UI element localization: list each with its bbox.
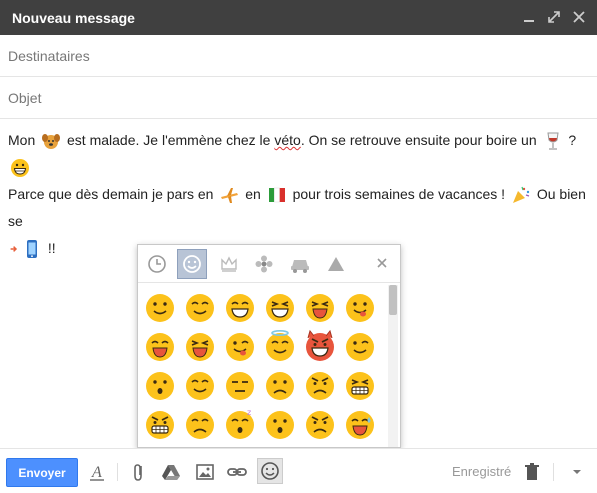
recipients-placeholder: Destinataires	[8, 47, 90, 64]
surprised-emoji[interactable]	[263, 407, 297, 441]
compose-titlebar: Nouveau message	[0, 0, 597, 35]
grin-big-emoji[interactable]	[263, 290, 297, 324]
triangle-icon[interactable]	[321, 249, 351, 279]
message-text: est malade. Je l'emmène chez le	[67, 132, 271, 148]
grimace-emoji[interactable]	[343, 368, 377, 402]
happy-blush-emoji[interactable]	[143, 329, 177, 363]
trash-icon[interactable]	[520, 460, 544, 484]
flower-icon[interactable]	[249, 249, 279, 279]
grin-wide-emoji[interactable]	[223, 290, 257, 324]
happy-squint-emoji[interactable]	[183, 329, 217, 363]
confused-emoji[interactable]	[263, 368, 297, 402]
insert-link-icon[interactable]	[225, 460, 249, 484]
wine-glass-emoji	[546, 132, 559, 150]
message-text: Parce que dès demain je pars en	[8, 186, 214, 202]
crown-icon[interactable]	[214, 249, 244, 279]
dog-emoji	[42, 134, 61, 150]
angry-eyebrows-emoji[interactable]	[303, 368, 337, 402]
pleased-emoji[interactable]	[183, 368, 217, 402]
wink-laugh-emoji[interactable]	[223, 329, 257, 363]
devil-emoji[interactable]	[303, 329, 337, 363]
paperclip-icon[interactable]	[127, 460, 151, 484]
message-text: ?	[568, 132, 577, 148]
compose-toolbar: Envoyer A Enregistré	[0, 448, 597, 493]
smile-closed-emoji[interactable]	[183, 290, 217, 324]
sad-down-emoji[interactable]	[183, 407, 217, 441]
italy-flag-emoji	[268, 188, 285, 203]
misspelled-word: véto	[274, 132, 301, 148]
message-text: . On se retrouve ensuite pour boire un	[300, 132, 537, 148]
airplane-emoji	[221, 188, 239, 204]
smiley-icon[interactable]	[177, 249, 207, 279]
angel-emoji[interactable]	[263, 329, 297, 363]
recipients-field[interactable]: Destinataires	[0, 35, 597, 77]
message-text: en	[245, 186, 261, 202]
message-body[interactable]: Mon est malade. Je l'emmène chez le véto…	[8, 127, 588, 262]
more-options-icon[interactable]	[565, 460, 589, 484]
laugh-emoji[interactable]	[303, 290, 337, 324]
emoji-category-tabs	[138, 245, 400, 283]
svg-text:A: A	[91, 464, 102, 481]
saved-status: Enregistré	[452, 464, 512, 479]
formatting-icon[interactable]: A	[85, 460, 109, 484]
stuck-hand-emoji[interactable]	[143, 368, 177, 402]
upset-emoji[interactable]	[303, 407, 337, 441]
sleepy-emoji[interactable]: z	[223, 407, 257, 441]
mobile-phone-emoji	[27, 240, 37, 259]
scrollbar-thumb[interactable]	[389, 285, 397, 315]
party-popper-emoji	[512, 187, 530, 204]
close-icon[interactable]	[372, 253, 392, 273]
clock-icon[interactable]	[142, 249, 172, 279]
toolbar-divider	[553, 463, 554, 481]
neutral-emoji[interactable]	[223, 368, 257, 402]
close-icon[interactable]	[570, 8, 587, 25]
emoji-scrollbar[interactable]	[388, 285, 398, 447]
message-text: pour trois semaines de vacances !	[292, 186, 506, 202]
toolbar-divider	[117, 463, 118, 481]
tired-emoji[interactable]	[143, 407, 177, 441]
tongue-out-emoji[interactable]	[343, 290, 377, 324]
google-drive-icon[interactable]	[159, 460, 183, 484]
svg-text:z: z	[247, 408, 251, 417]
insert-emoji-icon[interactable]	[257, 458, 283, 484]
message-text: !!	[47, 240, 56, 256]
minimize-icon[interactable]	[520, 8, 537, 25]
window-title: Nouveau message	[12, 9, 135, 26]
expand-icon[interactable]	[545, 8, 562, 25]
insert-photo-icon[interactable]	[193, 460, 217, 484]
emoji-picker: z	[137, 244, 401, 448]
grinning-emoji	[11, 159, 29, 178]
cold-sweat-emoji[interactable]	[343, 407, 377, 441]
wink-emoji[interactable]	[343, 329, 377, 363]
subject-placeholder: Objet	[8, 89, 42, 106]
smile-emoji[interactable]	[143, 290, 177, 324]
car-icon[interactable]	[285, 249, 315, 279]
message-text: Mon	[8, 132, 36, 148]
subject-field[interactable]: Objet	[0, 77, 597, 119]
send-button[interactable]: Envoyer	[6, 458, 78, 487]
arrow-emoji	[10, 246, 18, 253]
